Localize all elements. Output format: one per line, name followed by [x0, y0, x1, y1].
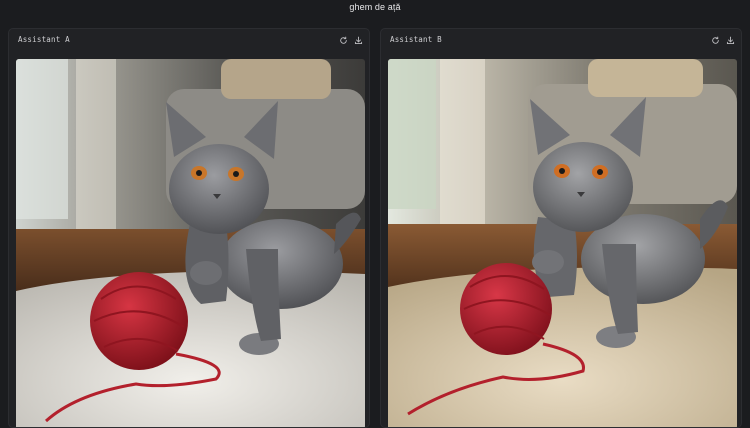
assistant-a-panel: Assistant A	[8, 28, 370, 428]
prompt-text: ghem de ață	[349, 2, 401, 12]
download-icon[interactable]	[724, 34, 736, 46]
panel-header: Assistant A	[9, 29, 369, 51]
refresh-icon[interactable]	[709, 34, 721, 46]
assistant-b-panel: Assistant B	[380, 28, 742, 428]
panel-header: Assistant B	[381, 29, 741, 51]
panel-title: Assistant B	[390, 35, 442, 44]
generated-image	[388, 59, 737, 427]
panel-title: Assistant A	[18, 35, 70, 44]
download-icon[interactable]	[352, 34, 364, 46]
generated-image	[16, 59, 365, 427]
refresh-icon[interactable]	[337, 34, 349, 46]
